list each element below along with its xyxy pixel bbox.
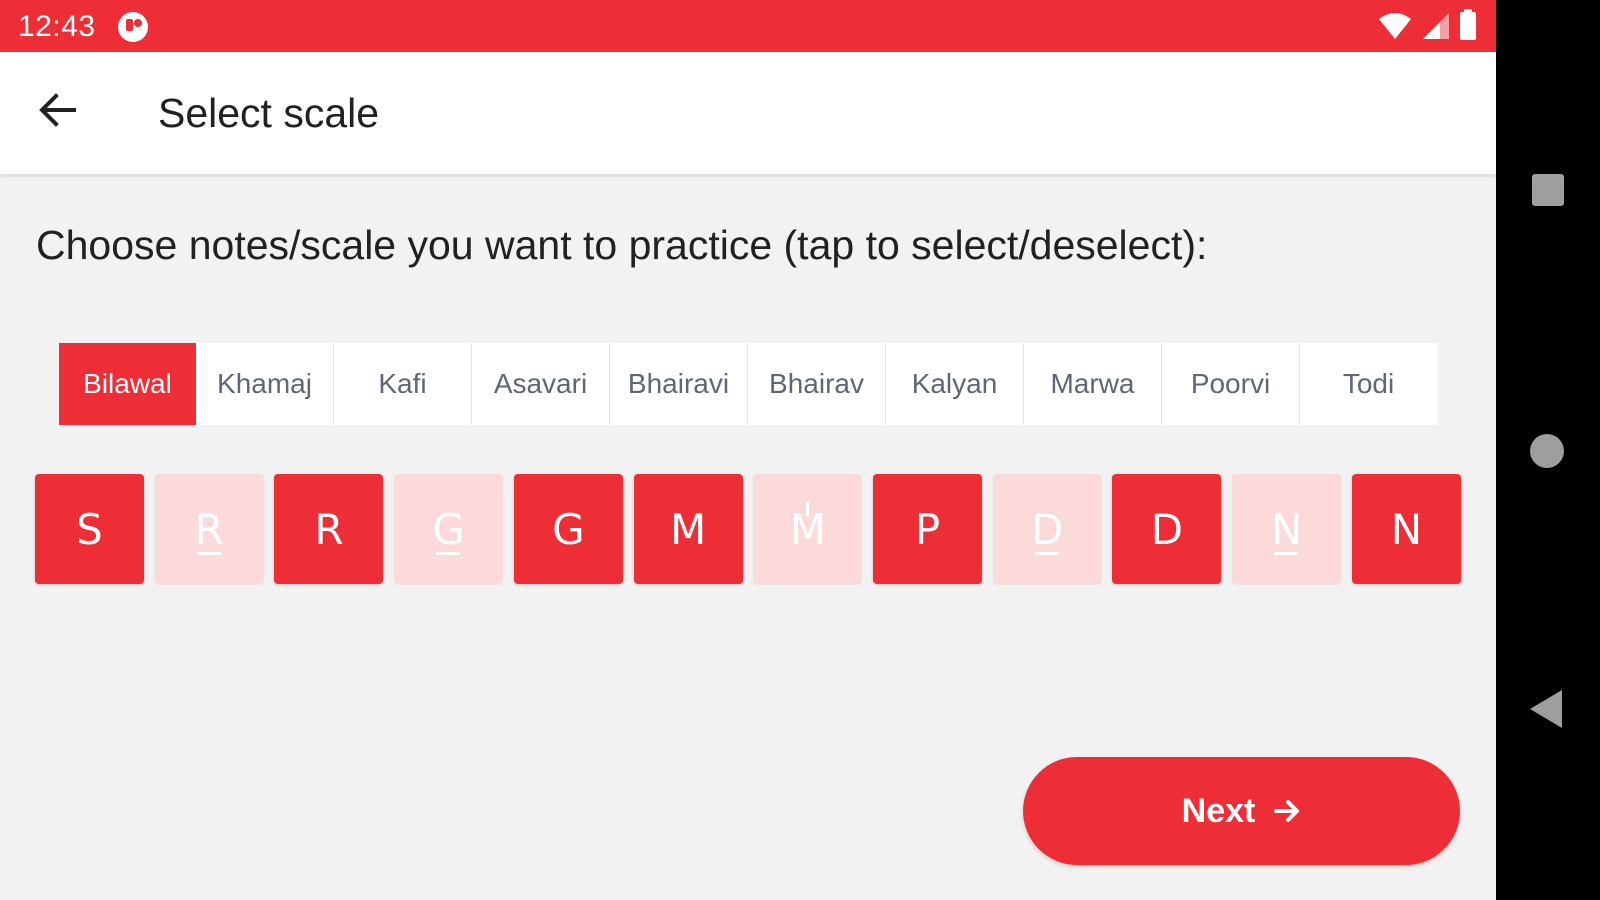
note-ma[interactable]: M — [633, 474, 743, 584]
tivra-mark — [806, 502, 810, 516]
scale-tabs: Bilawal Khamaj Kafi Asavari Bhairavi Bha… — [59, 343, 1437, 425]
battery-icon — [1460, 9, 1476, 40]
scale-tab-khamaj[interactable]: Khamaj — [196, 343, 334, 425]
arrow-left-icon — [39, 93, 76, 127]
note-sa[interactable]: S — [35, 474, 144, 584]
note-komal-re[interactable]: R — [154, 474, 264, 584]
note-ga[interactable]: G — [513, 474, 623, 584]
note-label: R — [314, 504, 344, 554]
note-label: D — [1031, 504, 1064, 554]
komal-mark — [1274, 552, 1299, 555]
page-title: Select scale — [158, 90, 380, 136]
app-notification-icon — [118, 12, 148, 42]
note-label: P — [914, 504, 941, 554]
scale-tab-todi[interactable]: Todi — [1300, 343, 1437, 425]
komal-mark — [436, 552, 461, 555]
instruction-text: Choose notes/scale you want to practice … — [36, 222, 1208, 268]
scale-tab-marwa[interactable]: Marwa — [1024, 343, 1162, 425]
komal-mark — [1034, 552, 1059, 555]
note-label: G — [432, 504, 465, 554]
system-nav-bar — [1496, 0, 1600, 900]
note-label: M — [669, 504, 707, 554]
scale-tab-asavari[interactable]: Asavari — [472, 343, 610, 425]
note-label: S — [76, 504, 103, 554]
note-dha[interactable]: D — [1112, 474, 1222, 584]
scale-tab-kalyan[interactable]: Kalyan — [886, 343, 1024, 425]
note-komal-ga[interactable]: G — [394, 474, 504, 584]
signal-icon — [1423, 13, 1449, 39]
app-bar: Select scale — [0, 52, 1496, 174]
status-bar: 12:43 — [0, 0, 1496, 52]
status-icons — [1378, 9, 1476, 40]
note-komal-dha[interactable]: D — [992, 474, 1102, 584]
note-pa[interactable]: P — [873, 474, 983, 584]
note-tivra-ma[interactable]: M — [753, 474, 863, 584]
note-re[interactable]: R — [274, 474, 384, 584]
scale-tab-bhairavi[interactable]: Bhairavi — [610, 343, 748, 425]
arrow-right-icon — [1274, 800, 1300, 822]
home-circle-icon[interactable] — [1530, 434, 1564, 468]
scale-tab-poorvi[interactable]: Poorvi — [1162, 343, 1300, 425]
next-button[interactable]: Next — [1023, 757, 1460, 865]
note-buttons: S R R G G M M P D D N N — [35, 474, 1461, 584]
note-ni[interactable]: N — [1351, 474, 1461, 584]
note-label: R — [194, 504, 224, 554]
komal-mark — [196, 552, 221, 555]
scale-tab-bhairav[interactable]: Bhairav — [748, 343, 886, 425]
next-button-label: Next — [1181, 791, 1256, 830]
scale-tab-kafi[interactable]: Kafi — [334, 343, 472, 425]
back-button[interactable] — [30, 82, 86, 138]
note-label: N — [1270, 504, 1303, 554]
note-label: D — [1150, 504, 1184, 554]
wifi-icon — [1379, 13, 1411, 39]
note-label: G — [552, 504, 585, 554]
recents-square-icon[interactable] — [1532, 174, 1564, 206]
note-komal-ni[interactable]: N — [1232, 474, 1342, 584]
scale-tab-bilawal[interactable]: Bilawal — [59, 343, 196, 425]
back-triangle-icon[interactable] — [1530, 690, 1562, 728]
note-label: N — [1390, 504, 1423, 554]
app-screen: 12:43 Select scale Choose notes/scale yo… — [0, 0, 1496, 900]
status-time: 12:43 — [18, 10, 96, 43]
